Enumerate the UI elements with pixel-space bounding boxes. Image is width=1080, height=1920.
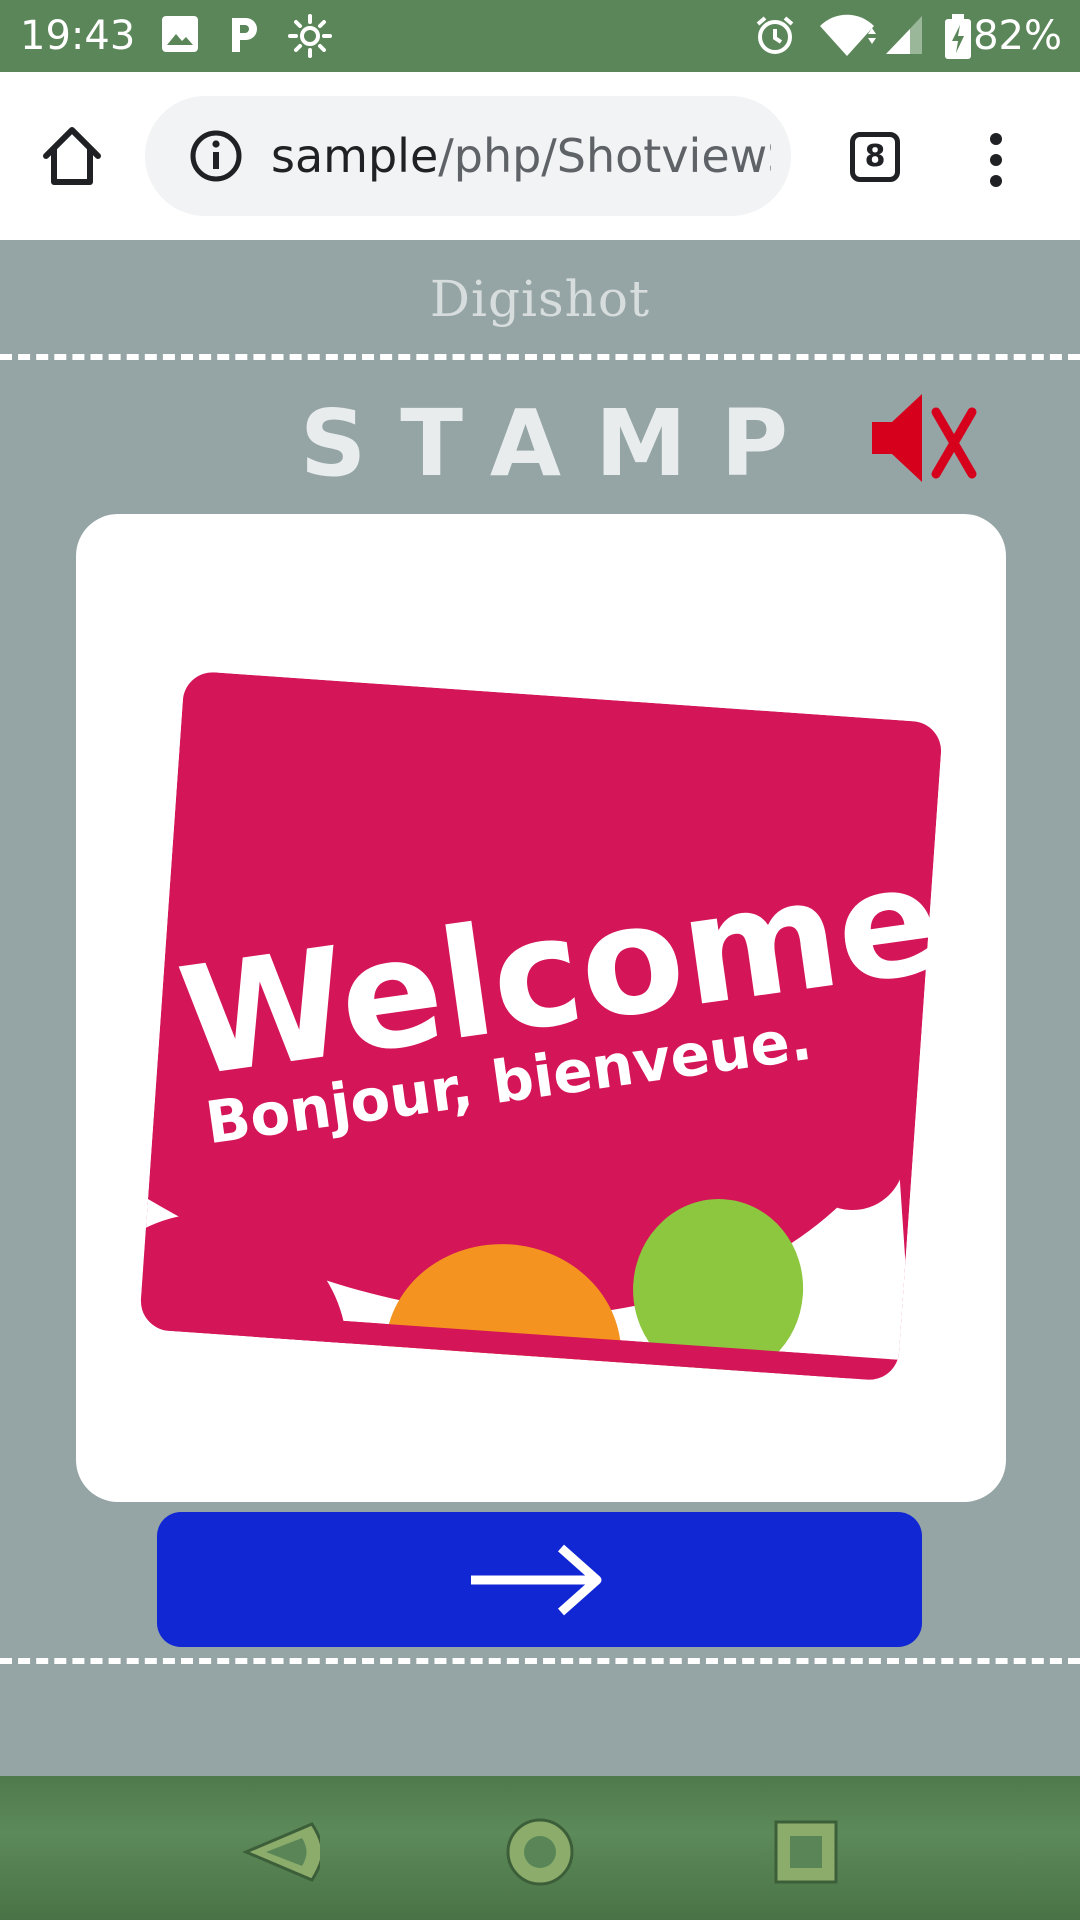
info-icon[interactable] (189, 129, 243, 183)
address-bar[interactable]: sample/php/ShotviewS (145, 96, 791, 216)
alarm-icon (756, 16, 794, 54)
url-host: sample (271, 129, 439, 183)
system-nav-bar (0, 1776, 1080, 1920)
dashed-divider-bottom (0, 1658, 1080, 1664)
back-icon[interactable] (240, 1812, 320, 1892)
brand-logo: Digishot (429, 270, 651, 328)
signal-icon (886, 16, 922, 54)
tab-switcher-button[interactable]: 8 (850, 132, 900, 182)
next-button[interactable] (157, 1512, 922, 1647)
speaker-muted-icon[interactable] (868, 388, 984, 488)
web-page: Digishot STAMP Welcome Bonjour, bienveue… (0, 240, 1080, 1776)
status-time: 19:43 (20, 13, 136, 59)
arrow-right-icon (471, 1544, 602, 1616)
home-circle-icon[interactable] (500, 1812, 580, 1892)
home-icon[interactable] (38, 122, 106, 190)
battery-charging-icon (945, 14, 971, 59)
recents-icon[interactable] (766, 1812, 846, 1892)
status-bar: 19:43 82% (0, 0, 1080, 72)
browser-toolbar: sample/php/ShotviewS 8 (0, 72, 1080, 240)
url-text[interactable]: sample/php/ShotviewS (271, 126, 771, 186)
more-vert-icon[interactable] (978, 130, 1014, 190)
brightness-icon (288, 14, 332, 58)
parking-icon (232, 18, 257, 52)
image-icon (162, 16, 198, 52)
page-title: STAMP (300, 390, 823, 497)
welcome-stamp-image: Welcome Bonjour, bienveue. (138, 670, 950, 1382)
stamp-card: Welcome Bonjour, bienveue. (76, 514, 1006, 1502)
wifi-icon (820, 14, 876, 56)
dashed-divider-top (0, 354, 1080, 360)
battery-percent: 82% (973, 13, 1062, 59)
url-path: /php/ShotviewS (438, 129, 771, 183)
